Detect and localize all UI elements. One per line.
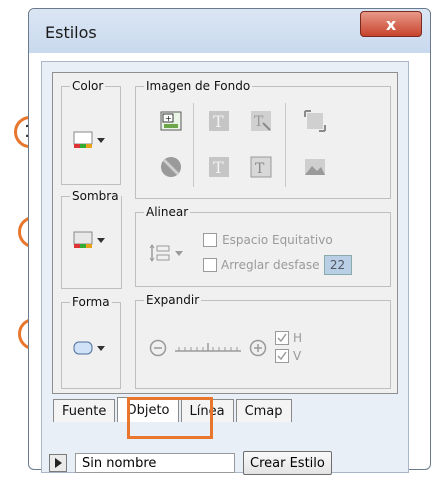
expand-h-option[interactable]: H [275, 331, 302, 345]
styles-window: Estilos x Color Sombra Forma Imagen de F… [28, 8, 431, 475]
align-icon [149, 244, 170, 262]
chevron-down-icon [97, 137, 105, 143]
active-tab-highlight [127, 397, 213, 439]
forma-label: Forma [72, 295, 110, 309]
text-top-icon[interactable]: T [207, 109, 231, 133]
text-scale-icon[interactable]: T [249, 109, 273, 133]
zoom-in-icon[interactable] [249, 339, 267, 357]
text-frame-icon[interactable]: T [249, 155, 273, 179]
arreglar-desfase-label: Arreglar desfase [221, 258, 320, 272]
expand-v-checkbox[interactable] [275, 349, 289, 363]
imagen-fondo-label: Imagen de Fondo [146, 79, 251, 93]
separator [193, 103, 194, 187]
sombra-label: Sombra [72, 189, 119, 203]
expand-slider[interactable] [173, 339, 243, 357]
chevron-down-icon [175, 250, 183, 256]
check-icon [277, 333, 287, 343]
window-title: Estilos [45, 23, 97, 42]
check-icon [277, 351, 287, 361]
add-image-icon[interactable]: + [159, 109, 183, 133]
color-dropdown[interactable] [73, 131, 105, 149]
text-bottom-icon[interactable]: T [207, 155, 231, 179]
expand-h-checkbox[interactable] [275, 331, 289, 345]
offset-value-field[interactable]: 22 [323, 255, 352, 275]
expand-v-option[interactable]: V [275, 349, 301, 363]
remove-image-icon[interactable] [159, 155, 183, 179]
imagen-fondo-group: Imagen de Fondo [135, 79, 391, 199]
fit-image-icon[interactable] [303, 109, 327, 133]
arreglar-desfase-checkbox[interactable] [203, 258, 217, 272]
zoom-out-icon[interactable] [149, 339, 167, 357]
espacio-equitativo-label: Espacio Equitativo [222, 233, 333, 247]
svg-text:T: T [213, 158, 224, 177]
shadow-swatch-icon [73, 231, 93, 248]
arreglar-desfase-option[interactable]: Arreglar desfase 22 [203, 255, 352, 275]
sombra-dropdown[interactable] [73, 231, 105, 249]
expandir-label: Expandir [146, 293, 200, 307]
rounded-shape-icon [73, 341, 93, 355]
svg-text:+: + [165, 114, 172, 123]
chevron-down-icon [97, 345, 105, 351]
separator [285, 103, 286, 187]
landscape-image-icon[interactable] [303, 155, 327, 179]
expand-styles-button[interactable] [49, 454, 67, 472]
tab-fuente[interactable]: Fuente [53, 399, 116, 422]
title-bar: Estilos x [29, 9, 430, 53]
align-dropdown[interactable] [149, 243, 183, 263]
play-icon [54, 458, 62, 468]
create-style-button[interactable]: Crear Estilo [243, 451, 332, 475]
espacio-equitativo-checkbox[interactable] [203, 232, 217, 247]
forma-dropdown[interactable] [73, 341, 105, 355]
color-label: Color [72, 79, 104, 93]
svg-text:T: T [255, 161, 265, 177]
bottom-bar: Sin nombre Crear Estilo [49, 451, 332, 475]
tab-cmap[interactable]: Cmap [235, 399, 292, 422]
close-icon: x [385, 14, 397, 34]
expand-h-label: H [293, 331, 303, 345]
svg-text:T: T [213, 112, 224, 131]
chevron-down-icon [97, 237, 105, 243]
close-button[interactable]: x [360, 11, 422, 37]
style-name-input[interactable]: Sin nombre [75, 453, 235, 473]
style-panel: Color Sombra Forma Imagen de Fondo + T T… [52, 72, 398, 394]
alinear-label: Alinear [146, 205, 189, 219]
espacio-equitativo-option[interactable]: Espacio Equitativo [203, 229, 333, 248]
color-swatch-icon [73, 131, 93, 148]
svg-text:T: T [254, 114, 264, 130]
expand-v-label: V [293, 349, 302, 363]
